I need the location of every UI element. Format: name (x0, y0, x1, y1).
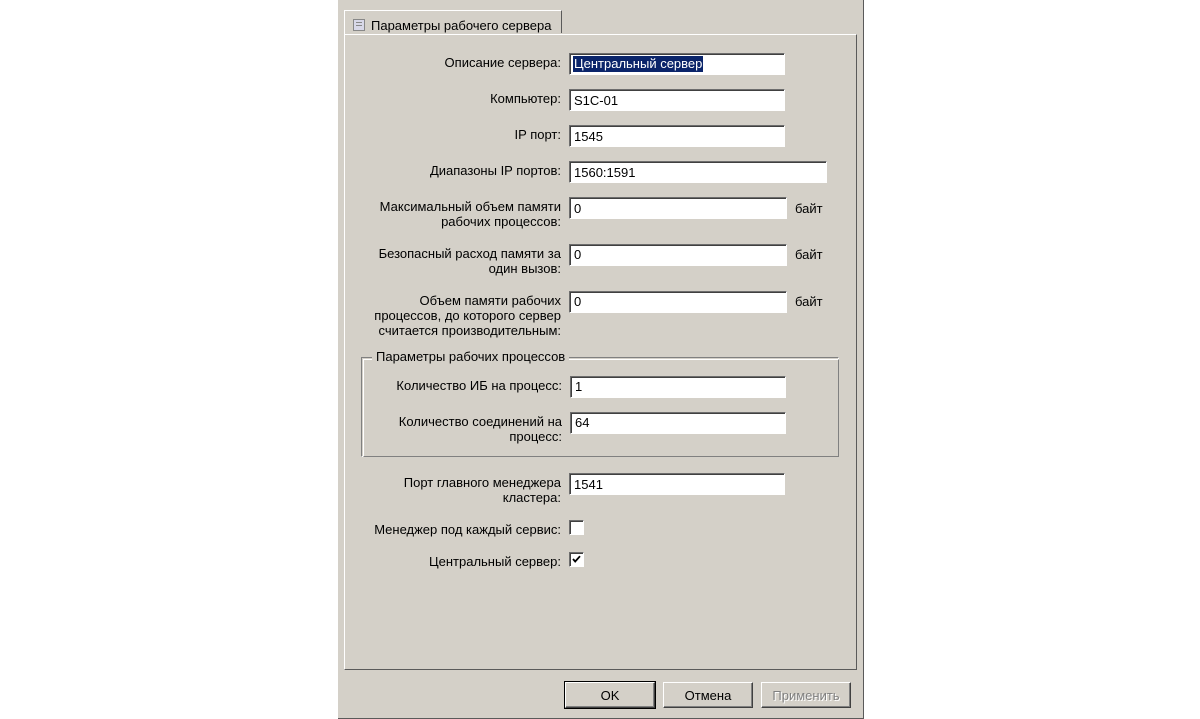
check-icon (571, 554, 582, 565)
computer-input[interactable] (569, 89, 785, 111)
server-icon (353, 19, 365, 31)
ip-port-input[interactable] (569, 125, 785, 147)
max-mem-input[interactable] (569, 197, 787, 219)
server-params-dialog: Параметры рабочего сервера Описание серв… (338, 0, 864, 719)
label-max-mem: Максимальный объем памяти рабочих процес… (359, 197, 569, 230)
mgr-per-service-checkbox[interactable] (569, 520, 584, 535)
apply-button[interactable]: Применить (761, 682, 851, 708)
description-value: Центральный сервер (573, 56, 703, 72)
label-mgr-per-service: Менеджер под каждый сервис: (359, 520, 569, 538)
description-input[interactable]: Центральный сервер (569, 53, 785, 75)
perf-mem-input[interactable] (569, 291, 787, 313)
central-server-checkbox[interactable] (569, 552, 584, 567)
tab-label: Параметры рабочего сервера (371, 18, 551, 33)
unit-bytes-1: байт (793, 201, 823, 216)
main-mgr-port-input[interactable] (569, 473, 785, 495)
label-conn-per-proc: Количество соединений на процесс: (374, 412, 570, 445)
label-port-ranges: Диапазоны IP портов: (359, 161, 569, 179)
label-ib-per-proc: Количество ИБ на процесс: (374, 376, 570, 394)
button-bar: OK Отмена Применить (565, 682, 851, 708)
ib-per-proc-input[interactable] (570, 376, 786, 398)
label-main-mgr-port: Порт главного менеджера кластера: (359, 473, 569, 506)
safe-mem-input[interactable] (569, 244, 787, 266)
label-computer: Компьютер: (359, 89, 569, 107)
label-central-server: Центральный сервер: (359, 552, 569, 570)
label-perf-mem: Объем памяти рабочих процессов, до котор… (359, 291, 569, 339)
port-ranges-input[interactable] (569, 161, 827, 183)
cancel-button[interactable]: Отмена (663, 682, 753, 708)
tab-body: Описание сервера: Центральный сервер Ком… (344, 34, 857, 670)
label-safe-mem: Безопасный расход памяти за один вызов: (359, 244, 569, 277)
worker-process-group: Параметры рабочих процессов Количество И… (361, 357, 839, 458)
label-description: Описание сервера: (359, 53, 569, 71)
label-ip-port: IP порт: (359, 125, 569, 143)
tab-strip: Параметры рабочего сервера (344, 10, 857, 35)
ok-button[interactable]: OK (565, 682, 655, 708)
unit-bytes-3: байт (793, 294, 823, 309)
conn-per-proc-input[interactable] (570, 412, 786, 434)
tab-server-params[interactable]: Параметры рабочего сервера (344, 10, 562, 35)
unit-bytes-2: байт (793, 247, 823, 262)
group-title: Параметры рабочих процессов (372, 349, 569, 364)
